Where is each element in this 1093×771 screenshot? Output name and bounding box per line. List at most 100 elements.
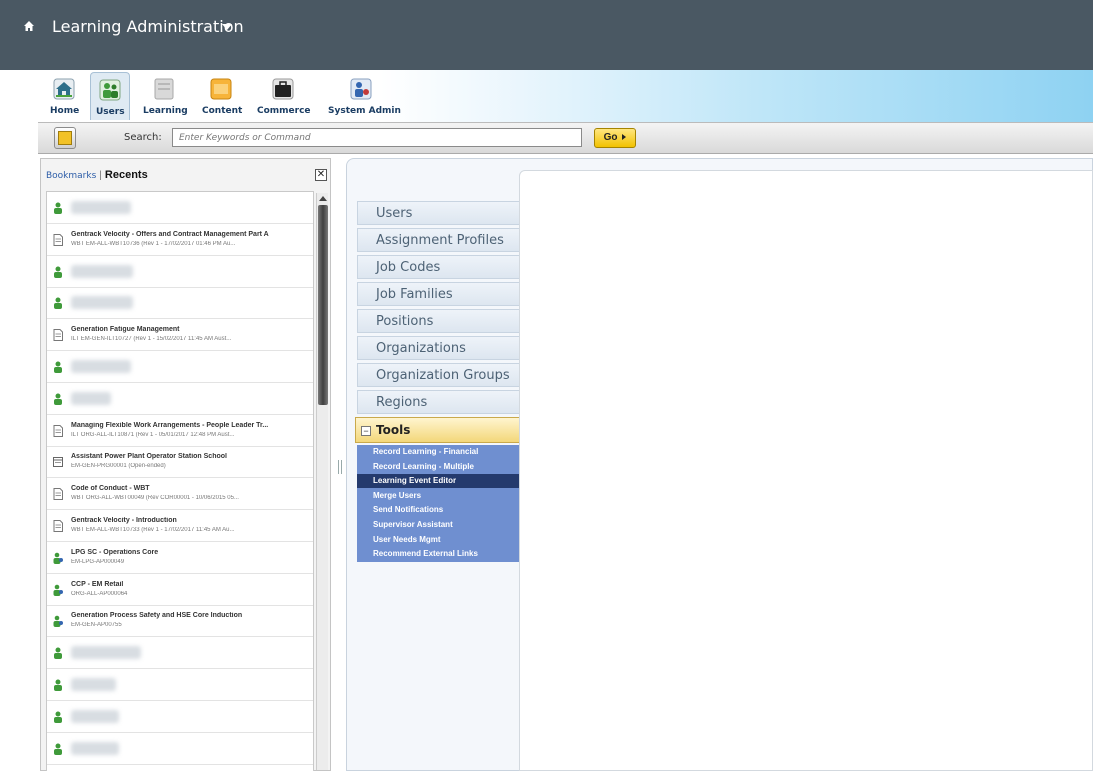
search-input[interactable] [172, 128, 582, 147]
learning-icon [154, 78, 174, 100]
item-title: Generation Fatigue Management [71, 326, 180, 334]
nav-positions[interactable]: Positions [357, 309, 520, 333]
user-icon [54, 266, 62, 278]
tool-record-learning-multiple[interactable]: Record Learning - Multiple [357, 460, 520, 474]
recents-scrollbar[interactable] [316, 193, 328, 770]
document-icon [53, 520, 63, 532]
redacted-user-name [71, 201, 131, 214]
tools-section-header[interactable]: − Tools [355, 417, 523, 443]
recents-list-item[interactable]: Managing Flexible Work Arrangements - Pe… [47, 415, 313, 447]
item-subtitle: ILT EM-GEN-ILT10727 (Rev 1 - 15/02/2017 … [71, 336, 232, 343]
item-subtitle: WBT EM-ALL-WBT10733 (Rev 1 - 17/02/2017 … [71, 527, 235, 533]
chevron-down-icon[interactable] [222, 24, 232, 30]
tools-links: Record Learning - Financial Record Learn… [357, 445, 520, 562]
user-icon [54, 297, 62, 310]
nav-users[interactable]: Users [357, 201, 520, 225]
recents-list-item[interactable]: Gentrack Velocity - Offers and Contract … [47, 224, 313, 256]
panel-splitter-handle[interactable] [338, 460, 342, 474]
item-subtitle: EM-GEN-PRG00001 (Open-ended) [71, 463, 166, 470]
recents-list-item[interactable] [47, 701, 313, 733]
search-label: Search: [124, 132, 162, 143]
recents-list-item[interactable]: CCP - EM Retail ORG-ALL-AP000064 [47, 574, 313, 606]
user-icon [54, 361, 62, 373]
recents-list-item[interactable] [47, 637, 313, 670]
user-icon [54, 393, 62, 405]
recents-list-item[interactable] [47, 351, 313, 383]
item-title: Gentrack Velocity - Introduction [71, 517, 177, 524]
document-icon [53, 488, 63, 501]
tab-recents[interactable]: Recents [105, 169, 148, 181]
redacted-user-name [71, 264, 133, 278]
bookmark-star-icon [58, 131, 72, 145]
recents-list-item[interactable]: Generation Process Safety and HSE Core I… [47, 605, 313, 638]
nav-tab-system-admin[interactable]: System Admin [326, 72, 401, 120]
bookmarks-recents-panel: Bookmarks | Recents ✕ Gentrack Velocity - … [40, 158, 331, 771]
recents-list-item[interactable]: Generation Fatigue Management ILT EM-GEN-… [47, 319, 313, 352]
redacted-user-name [71, 296, 133, 310]
nav-tab-content[interactable]: Content [198, 72, 244, 120]
nav-organizations[interactable]: Organizations [357, 336, 520, 360]
item-title: Gentrack Velocity - Offers and Contract … [71, 230, 269, 238]
tool-record-learning-financial[interactable]: Record Learning - Financial [357, 445, 520, 459]
item-subtitle: ORG-ALL-AP000064 [71, 590, 128, 597]
collapse-icon[interactable]: − [361, 426, 371, 436]
scroll-up-icon[interactable] [318, 194, 328, 202]
nav-tab-users[interactable]: Users [90, 72, 130, 120]
redacted-user-name [71, 391, 111, 405]
recents-list-item[interactable] [47, 256, 313, 288]
tool-user-needs-mgmt[interactable]: User Needs Mgmt [357, 533, 520, 547]
go-button[interactable]: Go [594, 128, 636, 148]
nav-job-families[interactable]: Job Families [357, 282, 520, 306]
redacted-user-name [71, 646, 141, 660]
nav-tab-commerce[interactable]: Commerce [254, 72, 312, 120]
nav-tab-home[interactable]: Home [44, 72, 84, 120]
nav-job-codes[interactable]: Job Codes [357, 255, 520, 279]
users-icon [99, 79, 121, 101]
learning-admin-window: Learning Administration Home Users Learn… [0, 0, 1093, 771]
briefcase-icon [272, 78, 294, 100]
item-title: LPG SC - Operations Core [71, 548, 159, 556]
top-header: Learning Administration [0, 0, 1093, 70]
item-subtitle: EM-LPG-AP000049 [71, 558, 125, 565]
recents-list-item[interactable]: LPG SC - Operations Core EM-LPG-AP000049 [47, 542, 313, 574]
recents-list-item[interactable]: Code of Conduct - WBT WBT ORG-ALL-WBT0004… [47, 478, 313, 511]
system-admin-icon [350, 78, 372, 100]
redacted-user-name [71, 360, 131, 373]
tool-learning-event-editor[interactable]: Learning Event Editor [357, 474, 520, 489]
recents-list-item[interactable]: Gentrack Velocity - Introduction WBT EM-A… [47, 510, 313, 542]
tab-bookmarks[interactable]: Bookmarks [46, 171, 96, 181]
tool-supervisor-assistant[interactable]: Supervisor Assistant [357, 518, 520, 532]
scroll-thumb[interactable] [318, 205, 328, 405]
play-arrow-icon [622, 134, 627, 140]
tool-recommend-external-links[interactable]: Recommend External Links [357, 547, 520, 561]
tool-merge-users[interactable]: Merge Users [357, 489, 520, 503]
tool-send-notifications[interactable]: Send Notifications [357, 503, 520, 517]
recents-list-item[interactable] [47, 669, 313, 701]
recents-list-item[interactable]: Assistant Power Plant Operator Station S… [47, 446, 313, 479]
user-icon [54, 711, 62, 723]
nav-tab-learning[interactable]: Learning [140, 72, 188, 120]
close-icon[interactable]: ✕ [315, 169, 327, 181]
nav-regions[interactable]: Regions [357, 390, 520, 414]
user-icon [54, 202, 62, 214]
assignment-profile-icon [53, 552, 63, 564]
nav-organization-groups[interactable]: Organization Groups [357, 363, 520, 387]
item-subtitle: EM-GEN-AP00755 [71, 622, 122, 629]
search-toolbar: Search: Go [38, 122, 1093, 154]
program-icon [53, 457, 63, 468]
item-subtitle: ILT ORG-ALL-ILT10871 (Rev 1 - 05/01/2017… [71, 431, 235, 438]
item-subtitle: WBT ORG-ALL-WBT00049 (Rev COR00001 - 10/… [71, 495, 239, 502]
item-title: Generation Process Safety and HSE Core I… [71, 612, 243, 620]
recents-list-item[interactable] [47, 287, 313, 320]
recents-list-item[interactable] [47, 383, 313, 415]
app-title[interactable]: Learning Administration [52, 17, 244, 36]
document-icon [53, 329, 63, 342]
recents-list-item[interactable] [47, 733, 313, 765]
home-icon[interactable] [22, 19, 36, 33]
recents-list-item[interactable] [47, 192, 313, 224]
nav-assignment-profiles[interactable]: Assignment Profiles [357, 228, 520, 252]
assignment-profile-icon [53, 584, 63, 596]
bookmark-toggle-button[interactable] [54, 127, 76, 149]
house-icon [53, 78, 75, 100]
tools-label: Tools [376, 423, 411, 437]
